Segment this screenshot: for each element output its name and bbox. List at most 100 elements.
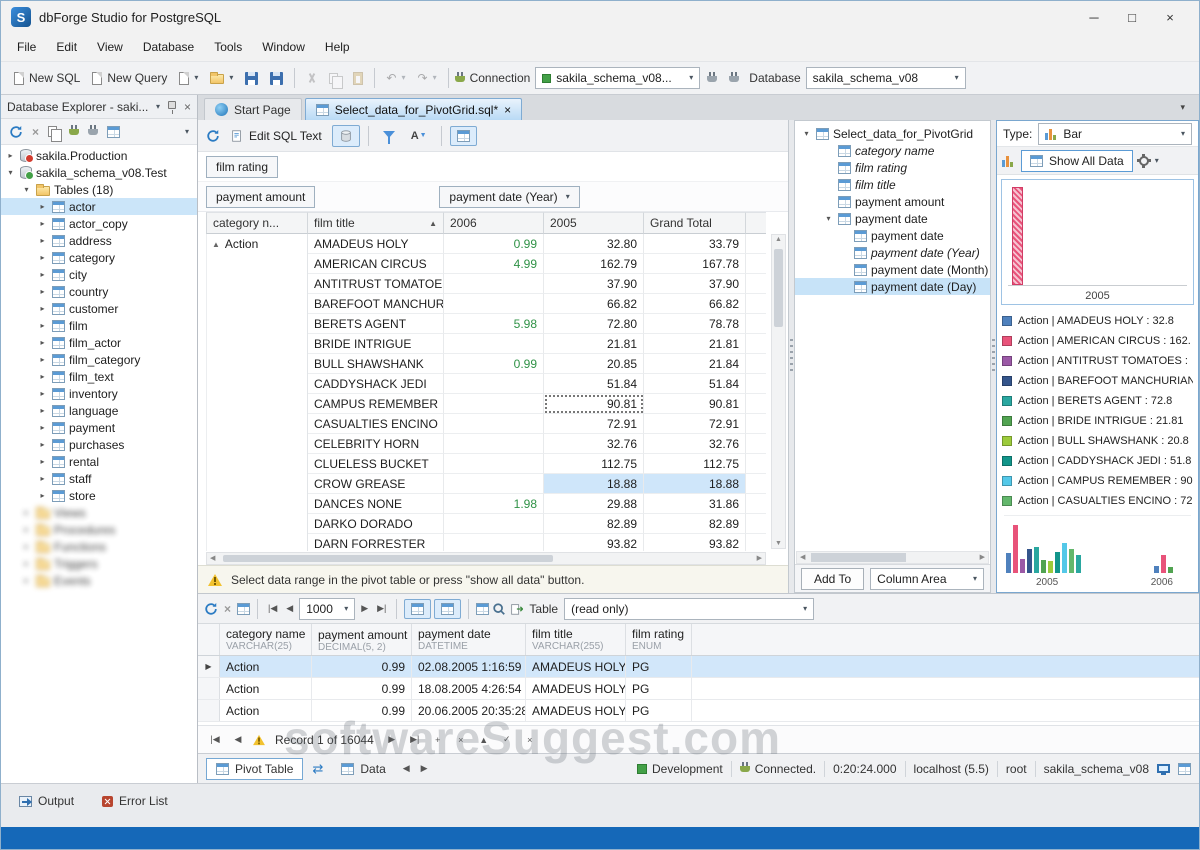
tree-folder-blurred[interactable]: ▸Events bbox=[1, 572, 197, 589]
maximize-button[interactable]: □ bbox=[1113, 5, 1151, 29]
cancel-edit-icon[interactable]: × bbox=[521, 731, 539, 749]
column-header-grand-total[interactable]: Grand Total bbox=[644, 212, 746, 234]
pivot-row[interactable]: CASUALTIES ENCINO72.9172.91 bbox=[308, 414, 766, 434]
tree-folder-tables[interactable]: ▾Tables (18) bbox=[1, 181, 197, 198]
first-page-icon[interactable]: |◀ bbox=[265, 603, 280, 614]
column-header-film-title[interactable]: film title▲ bbox=[308, 212, 444, 234]
pivot-cell-2006[interactable] bbox=[444, 294, 544, 314]
scroll-tabs-left-icon[interactable]: ◀ bbox=[400, 763, 413, 774]
pivot-cell-total[interactable]: 112.75 bbox=[644, 454, 746, 474]
pivot-cell-total[interactable]: 82.89 bbox=[644, 514, 746, 534]
expander-icon[interactable]: ▸ bbox=[37, 423, 48, 432]
pin-icon[interactable] bbox=[168, 101, 176, 109]
pivot-cell-2006[interactable]: 4.99 bbox=[444, 254, 544, 274]
field-root[interactable]: ▾Select_data_for_PivotGrid bbox=[795, 125, 990, 142]
expander-icon[interactable]: ▸ bbox=[37, 406, 48, 415]
pivot-row[interactable]: CLUELESS BUCKET112.75112.75 bbox=[308, 454, 766, 474]
legend-item[interactable]: Action | BULL SHAWSHANK : 20.8 bbox=[1002, 431, 1193, 451]
pivot-cell-total[interactable]: 21.81 bbox=[644, 334, 746, 354]
field-subitem[interactable]: payment date bbox=[795, 227, 990, 244]
tree-connection-active[interactable]: ▾sakila_schema_v08.Test bbox=[1, 164, 197, 181]
menu-window[interactable]: Window bbox=[252, 35, 315, 59]
pivot-film-title[interactable]: BULL SHAWSHANK bbox=[308, 354, 444, 374]
close-tab-icon[interactable]: × bbox=[504, 103, 511, 117]
pivot-cell-total[interactable]: 93.82 bbox=[644, 534, 746, 551]
pivot-cell-2005[interactable]: 32.76 bbox=[544, 434, 644, 454]
column-header[interactable]: film titleVARCHAR(255) bbox=[526, 624, 626, 655]
refresh-icon[interactable] bbox=[204, 602, 218, 616]
row-group-action[interactable]: ▲Action bbox=[206, 234, 308, 551]
stop-icon[interactable]: × bbox=[221, 602, 234, 616]
refresh-icon[interactable] bbox=[9, 125, 23, 139]
pivot-cell-2006[interactable] bbox=[444, 394, 544, 414]
layout-button[interactable] bbox=[450, 126, 477, 146]
pivot-row[interactable]: CAMPUS REMEMBER90.8190.81 bbox=[308, 394, 766, 414]
show-all-data-button[interactable]: Show All Data bbox=[1021, 150, 1133, 172]
last-record-icon[interactable]: ▶| bbox=[406, 731, 424, 749]
tree-table-item[interactable]: ▸purchases bbox=[1, 436, 197, 453]
tree-table-item[interactable]: ▸customer bbox=[1, 300, 197, 317]
data-row-selected[interactable]: ▶ Action 0.99 02.08.2005 1:16:59 AMADEUS… bbox=[198, 656, 1199, 678]
expander-icon[interactable]: ▸ bbox=[37, 253, 48, 262]
dropdown-caret-icon[interactable]: ▾ bbox=[1155, 157, 1159, 165]
expander-icon[interactable]: ▾ bbox=[801, 129, 812, 138]
data-field-chip[interactable]: payment amount bbox=[206, 186, 315, 208]
cut-button[interactable] bbox=[301, 68, 322, 88]
cell-rating[interactable]: PG bbox=[626, 656, 692, 677]
new-connection-icon[interactable] bbox=[69, 125, 79, 138]
tree-table-item[interactable]: ▸address bbox=[1, 232, 197, 249]
pivot-cell-total[interactable]: 167.78 bbox=[644, 254, 746, 274]
expander-icon[interactable]: ▸ bbox=[21, 542, 32, 551]
tab-list-dropdown-icon[interactable]: ▾ bbox=[1172, 102, 1193, 113]
menu-edit[interactable]: Edit bbox=[46, 35, 87, 59]
expander-icon[interactable]: ▾ bbox=[823, 214, 834, 223]
pivot-film-title[interactable]: CROW GREASE bbox=[308, 474, 444, 494]
pivot-cell-2006[interactable]: 0.99 bbox=[444, 354, 544, 374]
pivot-cell-2005[interactable]: 82.89 bbox=[544, 514, 644, 534]
tab-start-page[interactable]: Start Page bbox=[204, 98, 302, 120]
scrollbar-thumb[interactable] bbox=[774, 249, 783, 327]
expander-icon[interactable]: ▸ bbox=[37, 287, 48, 296]
sort-button[interactable]: A▼ bbox=[405, 127, 433, 145]
column-header[interactable]: film ratingENUM bbox=[626, 624, 692, 655]
expander-icon[interactable]: ▾ bbox=[21, 185, 32, 194]
pivot-cell-total[interactable]: 90.81 bbox=[644, 394, 746, 414]
tree-folder-blurred[interactable]: ▸Triggers bbox=[1, 555, 197, 572]
expander-icon[interactable]: ▸ bbox=[37, 372, 48, 381]
last-page-icon[interactable]: ▶| bbox=[374, 603, 389, 614]
field-item-expandable[interactable]: ▾payment date bbox=[795, 210, 990, 227]
chart-overview[interactable]: 2005 2006 bbox=[1004, 515, 1191, 588]
toolbar-overflow-icon[interactable]: ▾ bbox=[185, 128, 189, 136]
tree-table-item[interactable]: ▸language bbox=[1, 402, 197, 419]
delete-record-icon[interactable]: × bbox=[452, 731, 470, 749]
tree-table-item[interactable]: ▸film_text bbox=[1, 368, 197, 385]
column-header[interactable]: payment dateDATETIME bbox=[412, 624, 526, 655]
cell-amount[interactable]: 0.99 bbox=[312, 678, 412, 699]
tree-folder-blurred[interactable]: ▸Views bbox=[1, 504, 197, 521]
tree-folder-blurred[interactable]: ▸Functions bbox=[1, 538, 197, 555]
scrollbar-thumb[interactable] bbox=[223, 555, 553, 562]
expander-icon[interactable]: ▸ bbox=[21, 508, 32, 517]
scroll-right-icon[interactable]: ▶ bbox=[757, 554, 762, 562]
menu-file[interactable]: File bbox=[7, 35, 46, 59]
expander-icon[interactable]: ▸ bbox=[21, 559, 32, 568]
tree-table-item[interactable]: ▸category bbox=[1, 249, 197, 266]
pivot-row[interactable]: ANTITRUST TOMATOES37.9037.90 bbox=[308, 274, 766, 294]
pivot-row[interactable]: DARN FORRESTER93.8293.82 bbox=[308, 534, 766, 551]
pivot-cell-total[interactable]: 78.78 bbox=[644, 314, 746, 334]
column-header-2006[interactable]: 2006 bbox=[444, 212, 544, 234]
save-button[interactable] bbox=[240, 68, 263, 89]
pivot-cell-2005[interactable]: 20.85 bbox=[544, 354, 644, 374]
pivot-film-title[interactable]: DANCES NONE bbox=[308, 494, 444, 514]
legend-item[interactable]: Action | CASUALTIES ENCINO : 72 bbox=[1002, 491, 1193, 511]
search-icon[interactable] bbox=[492, 602, 506, 616]
pivot-cell-2006[interactable] bbox=[444, 514, 544, 534]
tab-error-list[interactable]: Error List bbox=[96, 791, 174, 811]
pivot-film-title[interactable]: DARN FORRESTER bbox=[308, 534, 444, 551]
field-item[interactable]: film rating bbox=[795, 159, 990, 176]
pivot-cell-2006[interactable] bbox=[444, 414, 544, 434]
area-combobox[interactable]: Column Area▾ bbox=[870, 568, 984, 590]
first-record-icon[interactable]: |◀ bbox=[206, 731, 224, 749]
tree-table-item[interactable]: ▸actor_copy bbox=[1, 215, 197, 232]
cell-rating[interactable]: PG bbox=[626, 700, 692, 721]
